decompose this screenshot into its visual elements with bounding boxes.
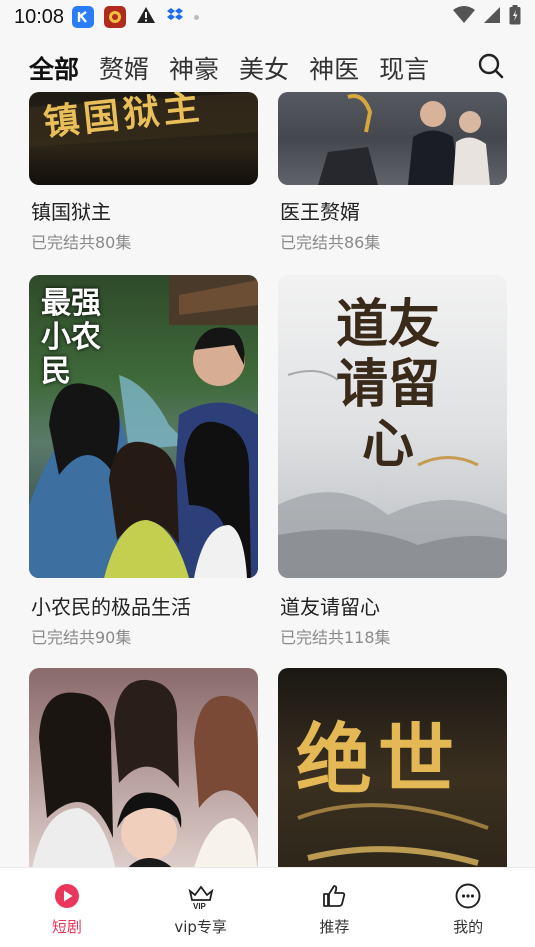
signal-icon bbox=[483, 6, 501, 29]
drama-grid: 镇国狱主 镇国狱主 已完结共80集 医王赘婿 已完结共86集 最强 小农民 小农… bbox=[0, 92, 535, 867]
tab-romance[interactable]: 现言 bbox=[379, 50, 429, 86]
nav-label: vip专享 bbox=[174, 918, 227, 936]
status-bar: 10:08 bbox=[0, 0, 535, 34]
category-tabs: 全部 赘婿 神豪 美女 神医 现言 bbox=[0, 44, 535, 92]
tab-son-in-law[interactable]: 赘婿 bbox=[99, 50, 149, 86]
wifi-icon bbox=[453, 5, 475, 29]
screen: 10:08 全部 赘婿 神豪 美女 神医 现言 镇国狱主 镇国狱主 已完结共80… bbox=[0, 0, 535, 947]
poster-title-text: 道友 请留心 bbox=[335, 294, 440, 475]
poster-title-text: 最强 小农民 bbox=[41, 286, 101, 389]
drama-title: 医王赘婿 bbox=[280, 200, 360, 224]
bottom-nav: 短剧 VIP vip专享 推荐 我的 bbox=[0, 867, 535, 947]
tab-tycoon[interactable]: 神豪 bbox=[169, 50, 219, 86]
kuaishou-app-icon bbox=[72, 6, 95, 28]
drama-card[interactable]: 绝世 bbox=[278, 668, 507, 867]
drama-card[interactable]: 最强 小农民 小农民的极品生活 已完结共90集 bbox=[29, 275, 258, 647]
drama-poster[interactable]: 绝世 bbox=[278, 668, 507, 867]
nav-shorts[interactable]: 短剧 bbox=[12, 882, 122, 937]
play-circle-icon bbox=[53, 882, 81, 910]
drama-episodes: 已完结共86集 bbox=[280, 233, 381, 252]
drama-poster[interactable]: 道友 请留心 bbox=[278, 275, 507, 578]
warning-icon bbox=[136, 6, 156, 29]
nav-label: 短剧 bbox=[51, 918, 82, 936]
smile-face-icon bbox=[454, 882, 482, 910]
drama-poster[interactable] bbox=[278, 92, 507, 185]
nav-vip[interactable]: VIP vip专享 bbox=[146, 882, 256, 937]
drama-title: 道友请留心 bbox=[280, 595, 380, 619]
drama-poster[interactable] bbox=[29, 668, 258, 867]
drama-episodes: 已完结共90集 bbox=[31, 628, 132, 647]
drama-title: 镇国狱主 bbox=[31, 200, 111, 224]
dot-icon bbox=[194, 14, 200, 20]
svg-text:VIP: VIP bbox=[193, 902, 207, 910]
drama-card[interactable]: 道友 请留心 道友请留心 已完结共118集 bbox=[278, 275, 507, 647]
vip-crown-icon: VIP bbox=[187, 882, 215, 911]
drama-card[interactable]: 镇国狱主 镇国狱主 已完结共80集 bbox=[29, 92, 258, 252]
drama-episodes: 已完结共118集 bbox=[280, 628, 391, 647]
nav-label: 推荐 bbox=[319, 918, 350, 936]
dropbox-icon bbox=[166, 6, 184, 29]
drama-poster[interactable]: 最强 小农民 bbox=[29, 275, 258, 578]
tab-beauty[interactable]: 美女 bbox=[239, 50, 289, 86]
battery-icon bbox=[509, 4, 521, 30]
drama-title: 小农民的极品生活 bbox=[31, 595, 191, 619]
drama-poster[interactable]: 镇国狱主 bbox=[29, 92, 258, 185]
status-indicators bbox=[453, 4, 521, 30]
drama-card[interactable]: 医王赘婿 已完结共86集 bbox=[278, 92, 507, 252]
app-logo-icon bbox=[104, 6, 127, 28]
poster-title-text: 绝世 bbox=[296, 715, 460, 804]
tab-all[interactable]: 全部 bbox=[29, 50, 79, 86]
nav-label: 我的 bbox=[453, 918, 484, 936]
drama-episodes: 已完结共80集 bbox=[31, 233, 132, 252]
search-icon[interactable] bbox=[477, 52, 505, 80]
tab-doctor[interactable]: 神医 bbox=[309, 50, 359, 86]
nav-recommend[interactable]: 推荐 bbox=[279, 882, 389, 937]
nav-mine[interactable]: 我的 bbox=[413, 882, 523, 937]
thumbs-up-icon bbox=[320, 882, 348, 910]
status-time: 10:08 bbox=[14, 5, 65, 28]
drama-card[interactable] bbox=[29, 668, 258, 867]
